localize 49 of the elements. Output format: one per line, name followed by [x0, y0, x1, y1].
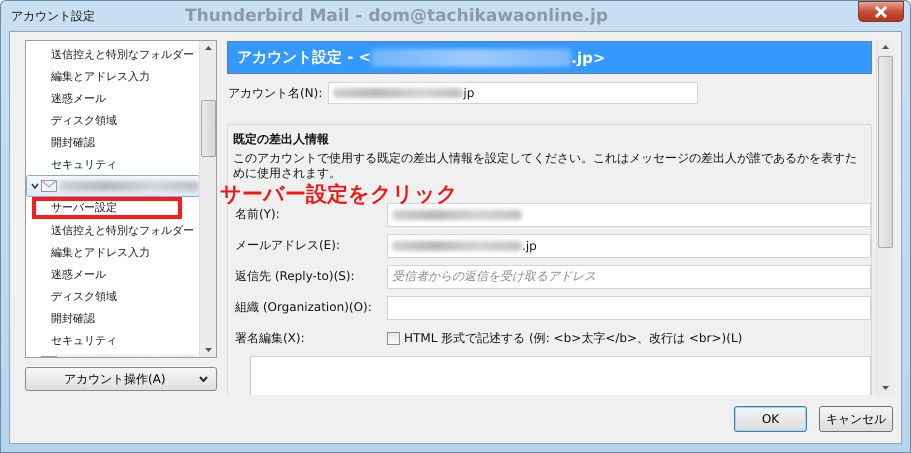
ok-button[interactable]: OK — [734, 406, 807, 432]
settings-item[interactable]: セキュリティ — [26, 329, 198, 351]
settings-item[interactable]: 送信控えと特別なフォルダー — [26, 219, 198, 241]
settings-item[interactable]: 編集とアドレス入力 — [26, 241, 198, 263]
settings-item[interactable]: サーバー設定 — [32, 197, 182, 219]
scroll-down-icon — [882, 386, 888, 390]
field-label: メールアドレス(E): — [234, 237, 341, 254]
scroll-down-icon — [204, 348, 212, 352]
caret-icon — [199, 376, 208, 382]
close-button[interactable] — [858, 1, 904, 22]
field-label: アカウント名(N): — [227, 84, 322, 102]
scroll-up-icon — [204, 46, 212, 50]
scroll-thumb[interactable] — [878, 56, 892, 248]
close-icon — [874, 6, 888, 18]
account-name-field[interactable]: jp — [328, 82, 698, 104]
signature-text-area[interactable] — [250, 356, 871, 395]
annotation-text: サーバー設定をクリック — [220, 182, 458, 206]
settings-item[interactable]: 迷惑メール — [26, 263, 198, 285]
field-label: 署名編集(X): — [234, 330, 306, 347]
input-field[interactable]: .jp — [387, 234, 871, 258]
background-window-title: Thunderbird Mail - dom@tachikawaonline.jp — [185, 6, 608, 26]
input-field[interactable] — [387, 202, 871, 226]
description-text: このアカウントで使用する既定の差出人情報を設定してください。これはメッセージの差出人が誰であるかを表すために使用されます。 — [233, 151, 858, 181]
account-actions-button[interactable]: アカウント操作(A) — [25, 367, 217, 391]
input-field[interactable] — [387, 296, 871, 320]
header-title-start: アカウント設定 - < — [237, 48, 372, 67]
header-title-end: .jp> — [571, 48, 606, 66]
envelope-icon — [41, 180, 57, 192]
settings-item[interactable]: 編集とアドレス入力 — [26, 65, 198, 87]
settings-item[interactable]: ディスク領域 — [26, 109, 198, 131]
scroll-up-icon — [882, 45, 888, 49]
group-title: 既定の差出人情報 — [233, 131, 330, 148]
chevron-icon — [31, 182, 39, 190]
field-label: 返信先 (Reply-to)(S): — [234, 268, 356, 285]
settings-item[interactable]: ディスク領域 — [26, 285, 198, 307]
scrollbar[interactable] — [199, 41, 216, 357]
scroll-thumb[interactable] — [200, 100, 216, 157]
settings-item[interactable]: セキュリティ — [26, 153, 198, 175]
settings-item[interactable]: 開封確認 — [26, 307, 198, 329]
settings-item[interactable]: 開封確認 — [26, 131, 198, 153]
field-label: 名前(Y): — [234, 206, 281, 223]
settings-item[interactable]: 送信控えと特別なフォルダー — [26, 43, 198, 65]
account-row[interactable] — [26, 175, 199, 197]
settings-item[interactable]: 迷惑メール — [26, 87, 198, 109]
field-label: 組織 (Organization)(O): — [234, 299, 373, 316]
html-checkbox[interactable]: HTML 形式で記述する (例: <b>太字</b>、改行は <br>)(L) — [387, 330, 742, 347]
scrollbar[interactable] — [876, 40, 893, 395]
cancel-button[interactable]: キャンセル — [819, 406, 893, 432]
window-title: アカウント設定 — [11, 8, 95, 24]
